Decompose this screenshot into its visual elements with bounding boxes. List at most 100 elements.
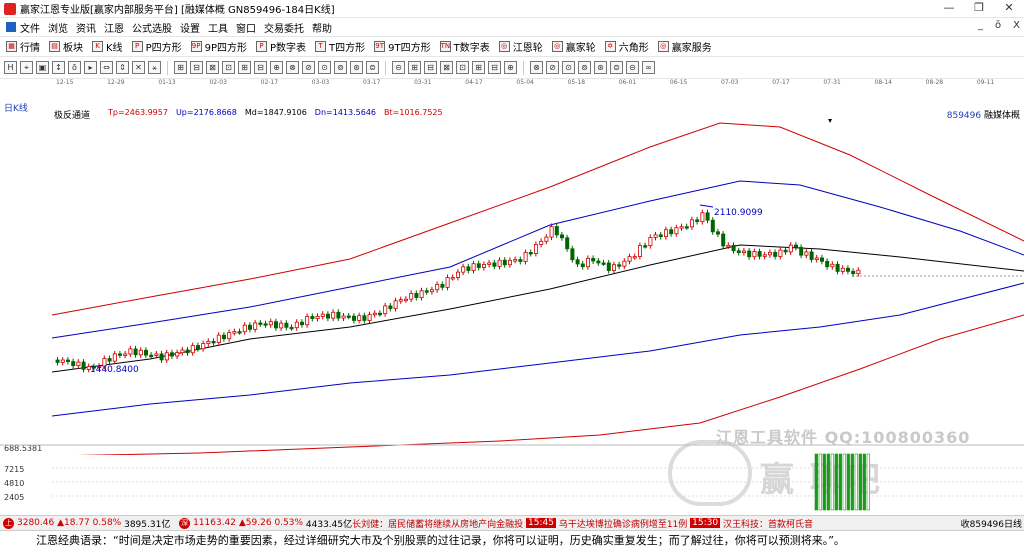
drawing-tool-icon-31[interactable]: ⊗ xyxy=(530,61,543,74)
drawing-tool-icon-23[interactable]: ⊝ xyxy=(392,61,405,74)
drawing-tool-icon-15[interactable]: ⊟ xyxy=(254,61,267,74)
drawing-tool-icon-5[interactable]: ▸ xyxy=(84,61,97,74)
drawing-tool-icon-37[interactable]: ⊝ xyxy=(626,61,639,74)
drawing-tool-icon-4[interactable]: ō xyxy=(68,61,81,74)
candle-body xyxy=(596,260,601,264)
toolbar-item-3[interactable]: P P四方形 xyxy=(131,39,182,54)
drawing-tool-icon-33[interactable]: ⊙ xyxy=(562,61,575,74)
candle-body xyxy=(523,252,528,262)
menu-formula[interactable]: 公式选股 xyxy=(132,20,172,35)
candle-body xyxy=(237,331,242,334)
app-menu-icon[interactable] xyxy=(6,22,16,32)
drawing-tool-icon-24[interactable]: ⊞ xyxy=(408,61,421,74)
drawing-tool-icon-32[interactable]: ⊘ xyxy=(546,61,559,74)
maximize-button[interactable]: ❐ xyxy=(964,0,994,18)
volume-bar xyxy=(850,453,854,511)
drawing-tool-icon-34[interactable]: ⊚ xyxy=(578,61,591,74)
drawing-tool-icon-30[interactable]: ⊕ xyxy=(504,61,517,74)
mdi-restore-button[interactable]: ō xyxy=(995,20,1001,31)
dn-value: Dn=1413.5646 xyxy=(314,108,376,117)
toolbar-item-1[interactable]: ▤ 板块 xyxy=(49,39,83,54)
drawing-tool-icon-22[interactable]: ⊜ xyxy=(366,61,379,74)
toolbar-item-9[interactable]: ◎ 江恩轮 xyxy=(498,39,543,54)
toolbar-item-11[interactable]: ✡ 六角形 xyxy=(604,39,649,54)
candle-body xyxy=(664,229,669,238)
drawing-tool-icon-13[interactable]: ⊡ xyxy=(222,61,235,74)
menu-info[interactable]: 资讯 xyxy=(76,20,96,35)
drawing-tool-icon-3[interactable]: ↕ xyxy=(52,61,65,74)
drawing-tool-icon-7[interactable]: ⇕ xyxy=(116,61,129,74)
minimize-button[interactable]: — xyxy=(934,0,964,18)
toolbar-label-9: 江恩轮 xyxy=(512,43,543,54)
date-tick: 05-04 xyxy=(516,79,534,86)
news-item-2[interactable]: 乌干达埃博拉确诊病例增至11例 xyxy=(559,517,687,530)
mdi-close-button[interactable]: X xyxy=(1013,20,1020,31)
candle-body xyxy=(154,353,159,356)
close-button[interactable]: ✕ xyxy=(994,0,1024,18)
toolbar-item-6[interactable]: T T四方形 xyxy=(315,39,365,54)
menu-settings[interactable]: 设置 xyxy=(180,20,200,35)
toolbar-label-0: 行情 xyxy=(20,43,40,54)
toolbar-item-8[interactable]: TN T数字表 xyxy=(439,39,490,54)
drawing-tool-icon-16[interactable]: ⊕ xyxy=(270,61,283,74)
toolbar-item-5[interactable]: P P数字表 xyxy=(256,39,306,54)
candle-body xyxy=(331,311,336,319)
drawing-tool-icon-10[interactable]: ⊞ xyxy=(174,61,187,74)
candle-body xyxy=(149,354,154,358)
drawing-tool-icon-11[interactable]: ⊟ xyxy=(190,61,203,74)
mdi-minimize-button[interactable]: _ xyxy=(978,20,983,31)
menu-file[interactable]: 文件 xyxy=(20,20,40,35)
drawing-tool-icon-17[interactable]: ⊗ xyxy=(286,61,299,74)
drawing-tool-icon-6[interactable]: ⇔ xyxy=(100,61,113,74)
drawing-tool-icon-1[interactable]: ⌖ xyxy=(20,61,33,74)
drawing-tool-icon-26[interactable]: ⊠ xyxy=(440,61,453,74)
menu-window[interactable]: 窗口 xyxy=(236,20,256,35)
drawing-tool-icon-12[interactable]: ⊠ xyxy=(206,61,219,74)
drawing-tool-icon-36[interactable]: ⊜ xyxy=(610,61,623,74)
drawing-tool-icon-28[interactable]: ⊞ xyxy=(472,61,485,74)
news-item-1[interactable]: 长刘健：居民储蓄将继续从房地产向金融投 xyxy=(352,517,523,530)
candle-body xyxy=(742,250,747,254)
toolbar-item-12[interactable]: ◎ 赢家服务 xyxy=(657,39,712,54)
toolbar-item-7[interactable]: 9T 9T四方形 xyxy=(374,39,431,54)
menu-tools[interactable]: 工具 xyxy=(208,20,228,35)
drawing-tool-icon-2[interactable]: ▣ xyxy=(36,61,49,74)
kline-chart[interactable]: ▼ 2110.9099 1440.8400 xyxy=(0,119,1024,455)
toolbar-icon-4: 9P xyxy=(190,41,202,52)
menu-browse[interactable]: 浏览 xyxy=(48,20,68,35)
drawing-tool-icon-0[interactable]: H xyxy=(4,61,17,74)
menu-trade[interactable]: 交易委托 xyxy=(264,20,304,35)
drawing-tool-icon-8[interactable]: ✕ xyxy=(132,61,145,74)
drawing-tool-icon-18[interactable]: ⊘ xyxy=(302,61,315,74)
drawing-tool-icon-14[interactable]: ⊞ xyxy=(238,61,251,74)
drawing-tool-icon-38[interactable]: ∞ xyxy=(642,61,655,74)
toolbar-item-0[interactable]: ▦ 行情 xyxy=(6,39,40,54)
candle-body xyxy=(435,284,440,291)
drawing-tool-icon-9[interactable]: ⚹ xyxy=(148,61,161,74)
drawing-tool-icon-21[interactable]: ⊛ xyxy=(350,61,363,74)
candle-body xyxy=(851,270,856,275)
candle-body xyxy=(190,345,195,354)
kline-period-label[interactable]: 日K线 xyxy=(4,101,28,114)
news-item-3[interactable]: 汉王科技：首款柯氏音 xyxy=(723,517,813,530)
candle-body xyxy=(658,234,663,238)
toolbar-item-2[interactable]: K K线 xyxy=(92,39,123,54)
toolbar-item-4[interactable]: 9P 9P四方形 xyxy=(190,39,247,54)
drawing-tool-icon-20[interactable]: ⊚ xyxy=(334,61,347,74)
date-tick: 12-29 xyxy=(107,79,125,86)
drawing-tool-icon-19[interactable]: ⊙ xyxy=(318,61,331,74)
menu-help[interactable]: 帮助 xyxy=(312,20,332,35)
drawing-tool-icon-35[interactable]: ⊛ xyxy=(594,61,607,74)
candle-body xyxy=(721,233,726,247)
volume-pane[interactable]: 688.5381 7215 4810 2405 xyxy=(0,444,1024,514)
menu-gann[interactable]: 江恩 xyxy=(104,20,124,35)
drawing-tool-icon-29[interactable]: ⊟ xyxy=(488,61,501,74)
drawing-tool-icon-25[interactable]: ⊟ xyxy=(424,61,437,74)
volume-bar xyxy=(814,453,818,511)
toolbar-label-8: T数字表 xyxy=(453,43,490,54)
candle-body xyxy=(388,305,393,309)
candle-body xyxy=(60,359,65,363)
toolbar-item-10[interactable]: ◎ 赢家轮 xyxy=(551,39,596,54)
drawing-tool-icon-27[interactable]: ⊡ xyxy=(456,61,469,74)
candle-body xyxy=(247,324,252,330)
